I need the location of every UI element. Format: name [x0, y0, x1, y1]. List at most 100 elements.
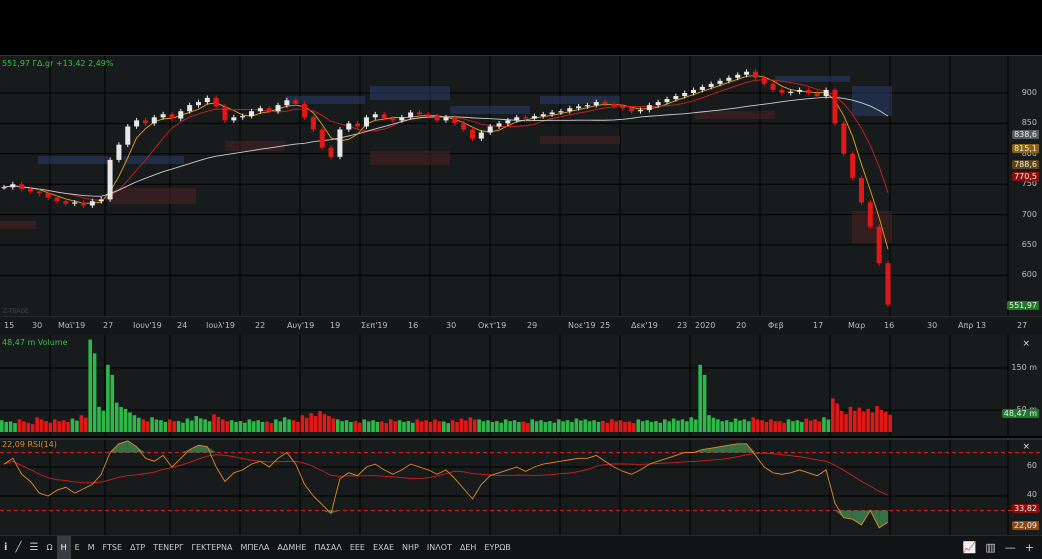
- volume-bar: [39, 419, 44, 432]
- volume-bar: [366, 421, 371, 432]
- zone-rect: [0, 221, 36, 229]
- toolbar-item[interactable]: ΜΠΕΛΑ: [236, 536, 273, 559]
- toolbar-item[interactable]: Η: [56, 536, 71, 559]
- toolbar-item[interactable]: Μ: [84, 536, 99, 559]
- volume-bar: [393, 421, 397, 432]
- candle: [540, 114, 546, 117]
- chart-type-icon[interactable]: 📈: [963, 541, 977, 554]
- volume-bar: [229, 420, 234, 432]
- info-icon[interactable]: i: [0, 536, 11, 559]
- volume-bar: [574, 418, 579, 432]
- candle: [691, 89, 697, 93]
- list-icon[interactable]: ☰: [25, 536, 42, 559]
- volume-panel[interactable]: 48,47 m Volume × 150 m 50 m 48,47 m: [0, 335, 1042, 436]
- candle: [134, 120, 140, 127]
- toolbar-item[interactable]: ΑΔΜΗΕ: [273, 536, 310, 559]
- volume-bar: [870, 412, 875, 432]
- price-tick: 600: [1021, 270, 1037, 280]
- toolbar-item[interactable]: ΔΤΡ: [126, 536, 149, 559]
- volume-bar: [817, 421, 822, 432]
- volume-bar: [508, 421, 512, 432]
- volume-bar: [88, 339, 92, 432]
- volume-bar: [442, 421, 446, 432]
- volume-bar: [671, 418, 676, 432]
- zoom-out-icon[interactable]: —: [1005, 541, 1016, 554]
- candle: [142, 120, 148, 124]
- candle: [867, 202, 873, 227]
- close-volume-icon[interactable]: ×: [1022, 339, 1030, 349]
- volume-bar: [225, 421, 229, 432]
- candle: [107, 159, 113, 200]
- candle: [355, 123, 361, 127]
- toolbar-item[interactable]: Ω: [42, 536, 56, 559]
- rsi-panel[interactable]: 22,09 RSI(14) × 60 40 33,82 22,09: [0, 438, 1042, 536]
- volume-bar: [769, 419, 773, 432]
- toolbar-item[interactable]: ΕΧΑΕ: [369, 536, 398, 559]
- toolbar-item[interactable]: ΙΝΛΟΤ: [423, 536, 456, 559]
- time-axis-label: 19: [330, 321, 341, 330]
- volume-bar: [247, 419, 252, 432]
- draw-line-icon[interactable]: ╱: [11, 536, 25, 559]
- volume-bar: [609, 419, 614, 432]
- toolbar-item[interactable]: ΔΕΗ: [456, 536, 481, 559]
- quote-legend: 551,97 ΓΔ.gr +13,42 2,49%: [2, 59, 114, 68]
- toolbar-item[interactable]: ΕΕΕ: [346, 536, 369, 559]
- volume-bar: [822, 417, 826, 432]
- candle: [151, 117, 157, 124]
- candle: [655, 102, 661, 106]
- toolbar-item[interactable]: ΤΕΝΕΡΓ: [149, 536, 187, 559]
- volume-bar: [707, 415, 711, 432]
- volume-bar: [764, 422, 769, 432]
- volume-bar: [238, 421, 243, 432]
- volume-bar: [534, 421, 539, 432]
- rsi-line: [3, 440, 889, 529]
- volume-bar: [446, 423, 450, 432]
- candle: [81, 202, 87, 206]
- candle: [805, 89, 811, 93]
- volume-bar: [464, 420, 468, 432]
- rsi-tick: 40: [1026, 490, 1037, 499]
- candle: [363, 117, 369, 127]
- volume-chart: [0, 335, 1009, 436]
- candle: [266, 108, 272, 112]
- candle: [673, 96, 679, 100]
- candle: [549, 112, 555, 115]
- zone-rect: [450, 106, 530, 114]
- bar-chart-icon[interactable]: ▥: [985, 541, 995, 554]
- price-chart-panel[interactable]: 551,97 ΓΔ.gr +13,42 2,49% 900 850 800 750 70…: [0, 55, 1042, 317]
- candle: [779, 89, 785, 93]
- toolbar-item[interactable]: Ε: [71, 536, 84, 559]
- zoom-in-icon[interactable]: +: [1025, 541, 1034, 554]
- candle: [231, 117, 237, 121]
- candle: [797, 89, 803, 92]
- volume-bar: [327, 416, 331, 432]
- volume-bar: [57, 421, 62, 432]
- toolbar-item[interactable]: ΠΑΣΑΛ: [310, 536, 346, 559]
- toolbar-item[interactable]: ΓΕΚΤΕΡΝΑ: [187, 536, 236, 559]
- volume-bar: [132, 415, 137, 432]
- toolbar-item[interactable]: ΕΥΡΩΒ: [480, 536, 514, 559]
- toolbar-item[interactable]: ΝΗΡ: [398, 536, 423, 559]
- time-axis-label: Ιουν'19: [133, 321, 162, 330]
- volume-bar: [0, 420, 4, 432]
- candle: [45, 193, 51, 198]
- price-chart[interactable]: [0, 56, 1042, 317]
- time-axis[interactable]: 15 30 Μαϊ'19 27 Ιουν'19 24 Ιουλ'19 22 Αυγ'19 19 Σε…: [0, 316, 1042, 336]
- time-axis-label: Αυγ'19: [287, 321, 315, 330]
- volume-bar: [419, 421, 424, 432]
- toolbar-item[interactable]: FTSE: [99, 536, 126, 559]
- volume-bar: [654, 421, 658, 432]
- candle: [461, 123, 467, 130]
- volume-bar: [861, 411, 866, 432]
- price-tick: 850: [1021, 118, 1037, 128]
- volume-bar: [30, 424, 35, 432]
- close-rsi-icon[interactable]: ×: [1022, 442, 1030, 452]
- time-axis-label: 25: [600, 321, 611, 330]
- volume-bar: [185, 418, 190, 432]
- bottom-toolbar: i ╱ ☰ Ω Η Ε Μ FTSE ΔΤΡ ΤΕΝΕΡΓ ΓΕΚΤΕΡΝΑ ΜΠΕΛΑ ΑΔΜΗ…: [0, 535, 1042, 559]
- candle: [496, 123, 502, 127]
- rsi-extreme-fill: [127, 440, 137, 453]
- volume-bar: [689, 417, 694, 432]
- volume-bar: [335, 419, 340, 432]
- candle: [195, 102, 201, 106]
